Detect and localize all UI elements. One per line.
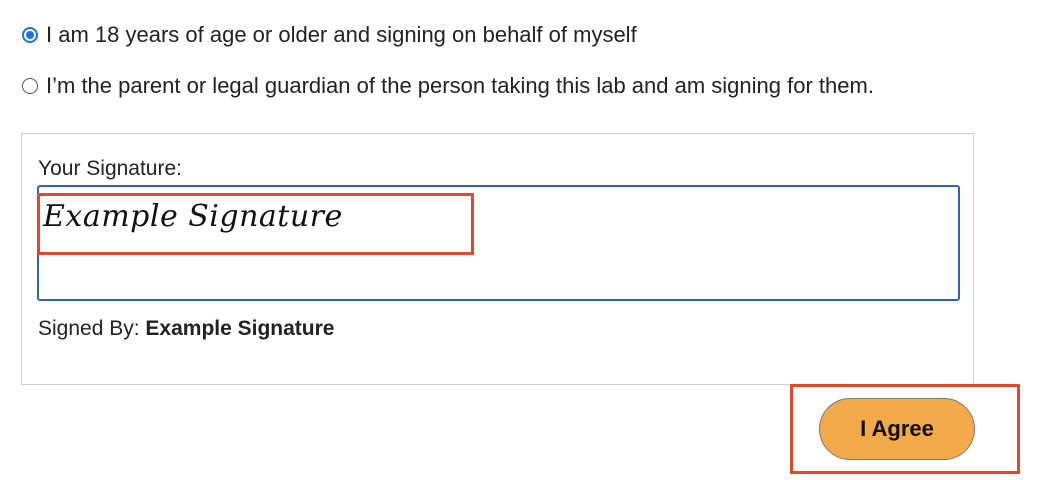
signature-value: Example Signature <box>43 199 343 234</box>
signed-by-label: Signed By: <box>38 317 140 340</box>
radio-guardian[interactable] <box>22 78 38 94</box>
signature-input[interactable]: Example Signature <box>37 185 960 301</box>
option-self[interactable]: I am 18 years of age or older and signin… <box>22 21 637 49</box>
signature-label: Your Signature: <box>38 157 182 180</box>
radio-self[interactable] <box>22 27 38 43</box>
option-guardian[interactable]: I’m the parent or legal guardian of the … <box>22 72 874 100</box>
signature-panel: Your Signature: Example Signature Signed… <box>21 133 974 385</box>
agree-button[interactable]: I Agree <box>819 398 975 460</box>
option-self-label: I am 18 years of age or older and signin… <box>46 22 637 47</box>
signed-by: Signed By: Example Signature <box>38 316 334 342</box>
signed-by-value: Example Signature <box>145 317 335 340</box>
option-guardian-label: I’m the parent or legal guardian of the … <box>46 73 874 98</box>
